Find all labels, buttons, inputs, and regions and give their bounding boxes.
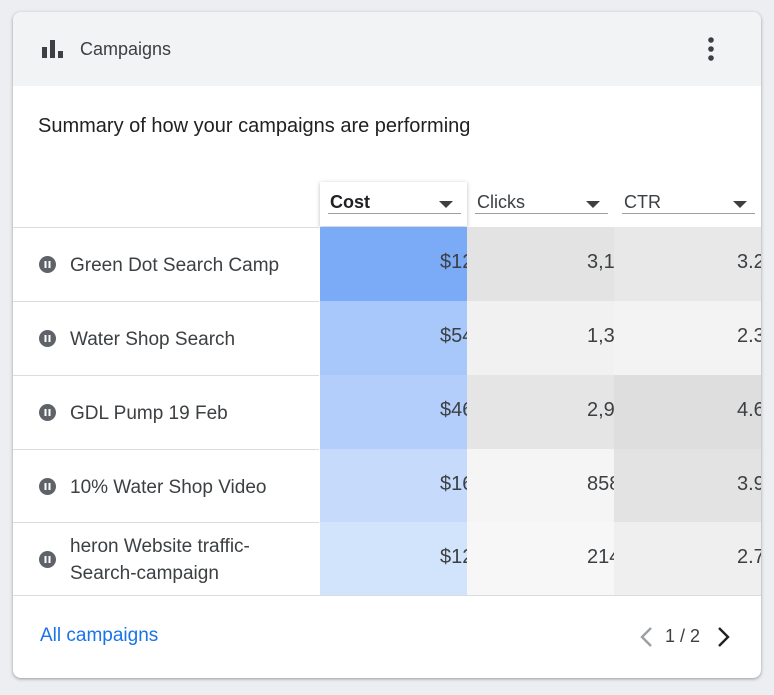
column-header-cost[interactable]: Cost xyxy=(320,182,467,226)
card-title: Campaigns xyxy=(80,39,172,59)
table-row[interactable]: Green Dot Search Camp $129.99 3,173 3.21… xyxy=(13,227,761,301)
campaign-name-line: heron Website traffic- xyxy=(70,536,250,557)
chevron-left-icon[interactable] xyxy=(637,625,657,649)
card-header: Campaigns xyxy=(13,12,761,86)
cost-cell: $12.56 xyxy=(320,522,501,596)
cost-cell: $46.49 xyxy=(320,375,501,449)
all-campaigns-link[interactable]: All campaigns xyxy=(40,625,158,647)
dropdown-arrow-icon xyxy=(439,201,453,208)
more-vert-icon[interactable] xyxy=(699,36,723,62)
campaign-name[interactable]: 10% Water Shop Video xyxy=(70,474,266,501)
paused-status-icon xyxy=(39,330,56,347)
campaign-name-cell: heron Website traffic- Search-campaign xyxy=(13,522,319,596)
campaigns-card: Campaigns Summary of how your campaigns … xyxy=(13,12,761,678)
ctr-cell: 3.21% xyxy=(614,227,761,301)
ctr-cell: 2.79% xyxy=(614,522,761,596)
paused-status-icon xyxy=(39,256,56,273)
chevron-right-icon[interactable] xyxy=(713,625,733,649)
campaign-name-cell: Green Dot Search Camp xyxy=(13,227,319,301)
campaign-name-cell: 10% Water Shop Video xyxy=(13,449,319,523)
column-header-ctr[interactable]: CTR xyxy=(614,182,761,226)
clicks-cell: 3,173 xyxy=(467,227,637,301)
table-row[interactable]: GDL Pump 19 Feb $46.49 2,977 4.61% xyxy=(13,375,761,449)
paused-status-icon xyxy=(39,551,56,568)
dropdown-arrow-icon xyxy=(586,201,600,208)
clicks-cell: 1,349 xyxy=(467,301,637,375)
clicks-cell: 858 xyxy=(467,449,620,523)
summary-subtitle: Summary of how your campaigns are perfor… xyxy=(38,115,471,137)
dropdown-arrow-icon xyxy=(733,201,747,208)
campaign-name-cell: GDL Pump 19 Feb xyxy=(13,375,319,449)
pager-status: 1 / 2 xyxy=(665,626,701,646)
table-row[interactable]: Water Shop Search $54.01 1,349 2.31% xyxy=(13,301,761,375)
campaign-name[interactable]: heron Website traffic- Search-campaign xyxy=(70,533,250,587)
ctr-cell: 2.31% xyxy=(614,301,761,375)
campaign-name[interactable]: Green Dot Search Camp xyxy=(70,252,279,279)
table-row[interactable]: 10% Water Shop Video $16.26 858 3.97% xyxy=(13,449,761,523)
clicks-cell: 2,977 xyxy=(467,375,637,449)
table-row[interactable]: heron Website traffic- Search-campaign $… xyxy=(13,522,761,596)
ctr-cell: 4.61% xyxy=(614,375,761,449)
campaign-name[interactable]: GDL Pump 19 Feb xyxy=(70,400,228,427)
bar-chart-icon xyxy=(42,40,63,58)
campaign-name-line: Search-campaign xyxy=(70,563,219,584)
campaign-name[interactable]: Water Shop Search xyxy=(70,326,235,353)
ctr-cell: 3.97% xyxy=(614,449,761,523)
campaign-name-cell: Water Shop Search xyxy=(13,301,319,375)
cost-cell: $129.99 xyxy=(320,227,512,301)
paused-status-icon xyxy=(39,404,56,421)
cost-cell: $16.26 xyxy=(320,449,501,523)
paused-status-icon xyxy=(39,478,56,495)
cost-cell: $54.01 xyxy=(320,301,501,375)
column-header-clicks[interactable]: Clicks xyxy=(467,182,614,226)
divider xyxy=(13,595,761,596)
clicks-cell: 214 xyxy=(467,522,620,596)
